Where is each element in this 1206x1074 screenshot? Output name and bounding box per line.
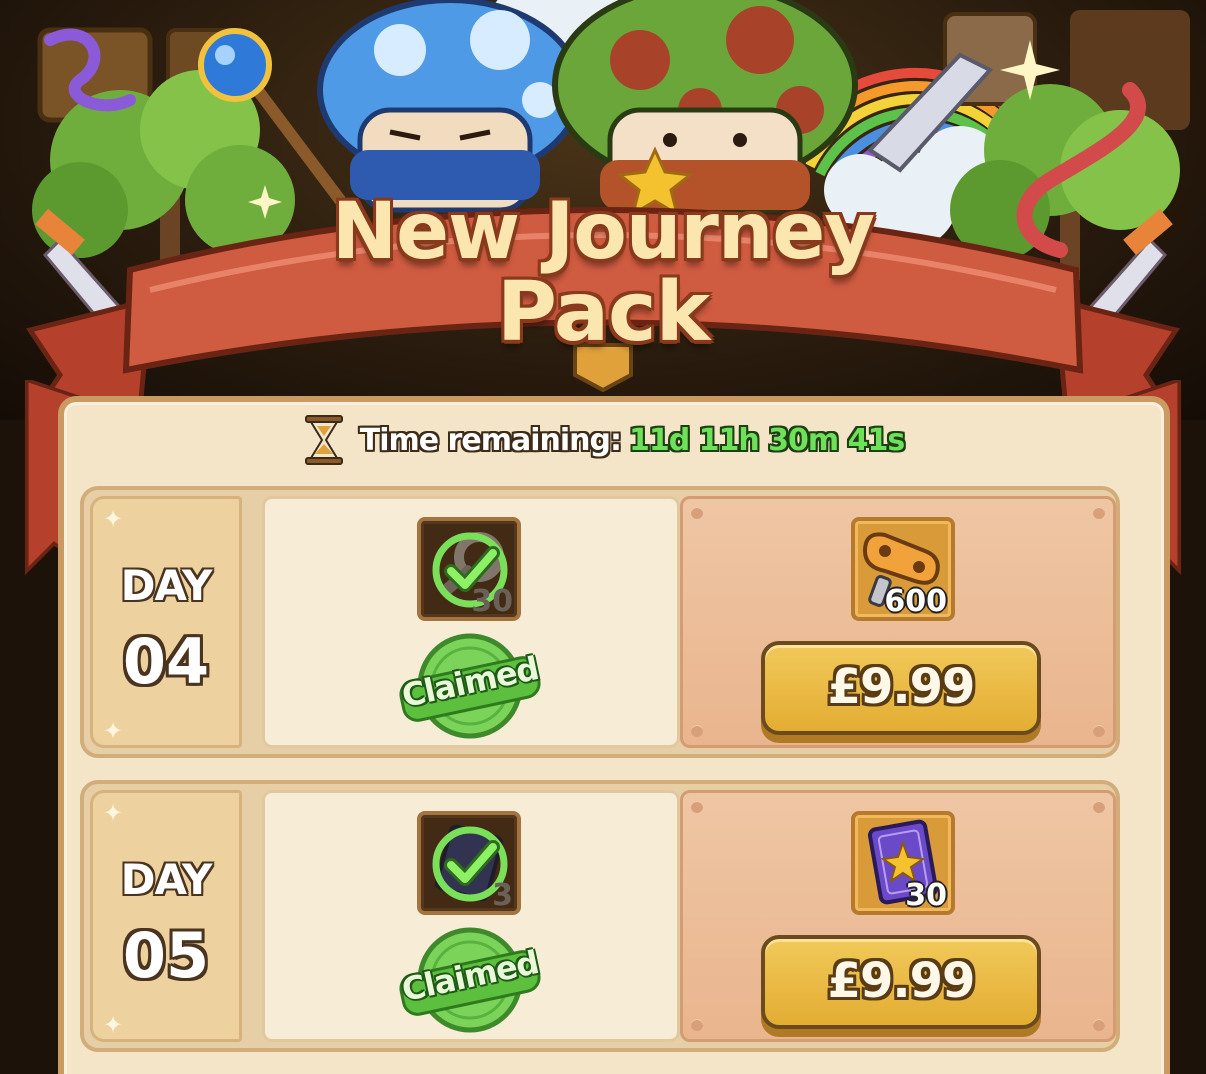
sparkle-icon: ✦ — [103, 1011, 124, 1039]
item-quantity: 30 — [905, 878, 947, 913]
pack-title-line1: New Journey — [331, 187, 875, 277]
free-reward-cell: 3 Claimed — [262, 790, 680, 1042]
green-mushroom-character — [552, 0, 858, 213]
day-label: DAY — [120, 855, 213, 904]
sparkle-icon: ✦ — [103, 799, 124, 827]
item-quantity: 30 — [471, 584, 513, 619]
day-tab: ✦ ✦ DAY 05 — [90, 790, 242, 1042]
free-reward-item: 3 — [417, 811, 521, 915]
item-quantity: 600 — [884, 584, 947, 619]
pack-title-line2: Pack — [496, 265, 710, 360]
rivet — [1093, 801, 1105, 813]
day-number: 05 — [122, 919, 210, 992]
rivet — [691, 725, 703, 737]
paid-reward-cell: 30 £9.99 — [680, 790, 1116, 1042]
paid-reward-item: 30 — [851, 811, 955, 915]
rivet — [691, 507, 703, 519]
rivet — [1093, 1019, 1105, 1031]
paid-reward-item: 600 — [851, 517, 955, 621]
blue-mushroom-character — [317, 0, 583, 213]
price-label: £9.99 — [827, 953, 976, 1009]
rivet — [691, 1019, 703, 1031]
paid-reward-cell: 600 £9.99 — [680, 496, 1116, 748]
sparkle-icon: ✦ — [103, 717, 124, 745]
buy-price-button[interactable]: £9.99 — [761, 641, 1041, 735]
price-label: £9.99 — [827, 659, 976, 715]
day-number: 04 — [122, 625, 210, 698]
timer-label: Time remaining: — [359, 422, 622, 458]
day-row-05: ✦ ✦ DAY 05 3 Claimed 30 £9.99 — [80, 780, 1120, 1052]
rivet — [1093, 507, 1105, 519]
hourglass-icon — [304, 415, 343, 465]
free-reward-item: 30 — [417, 517, 521, 621]
rivet — [691, 801, 703, 813]
header-banner: New Journey Pack — [0, 0, 1206, 420]
claimed-stamp: Claimed — [395, 631, 545, 741]
free-reward-cell: 30 Claimed — [262, 496, 680, 748]
timer-value: 11d 11h 30m 41s — [628, 422, 905, 458]
item-quantity: 3 — [492, 878, 513, 913]
day-row-04: ✦ ✦ DAY 04 30 Claimed 600 £9.99 — [80, 486, 1120, 758]
sparkle-icon: ✦ — [103, 505, 124, 533]
buy-price-button[interactable]: £9.99 — [761, 935, 1041, 1029]
claimed-stamp: Claimed — [395, 925, 545, 1035]
timer-bar: Time remaining: 11d 11h 30m 41s — [0, 412, 1206, 468]
day-label: DAY — [120, 561, 213, 610]
rivet — [1093, 725, 1105, 737]
day-tab: ✦ ✦ DAY 04 — [90, 496, 242, 748]
